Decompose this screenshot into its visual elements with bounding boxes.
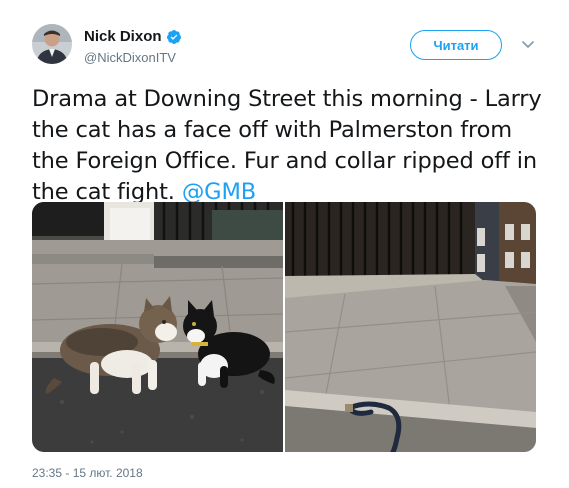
user-avatar-icon: [32, 24, 72, 64]
pavement-photo-image: [285, 202, 536, 452]
tweet-text: Drama at Downing Street this morning - L…: [32, 84, 542, 208]
tweet-body: Drama at Downing Street this morning - L…: [32, 86, 542, 205]
author-name-row[interactable]: Nick Dixon: [84, 28, 182, 45]
photo-cats-faceoff[interactable]: [32, 202, 283, 452]
chevron-down-icon[interactable]: [521, 39, 535, 49]
tweet-card: Nick Dixon @NickDixonITV Читати Drama at…: [0, 0, 569, 488]
cats-photo-image: [32, 202, 283, 452]
follow-button[interactable]: Читати: [410, 30, 502, 60]
display-name[interactable]: Nick Dixon: [84, 28, 162, 45]
photo-pavement-collar[interactable]: [285, 202, 536, 452]
author-handle[interactable]: @NickDixonITV: [84, 50, 176, 65]
verified-badge-icon: [166, 29, 181, 44]
media-grid: [32, 202, 536, 452]
avatar[interactable]: [32, 24, 72, 64]
tweet-timestamp[interactable]: 23:35 - 15 лют. 2018: [32, 466, 143, 480]
